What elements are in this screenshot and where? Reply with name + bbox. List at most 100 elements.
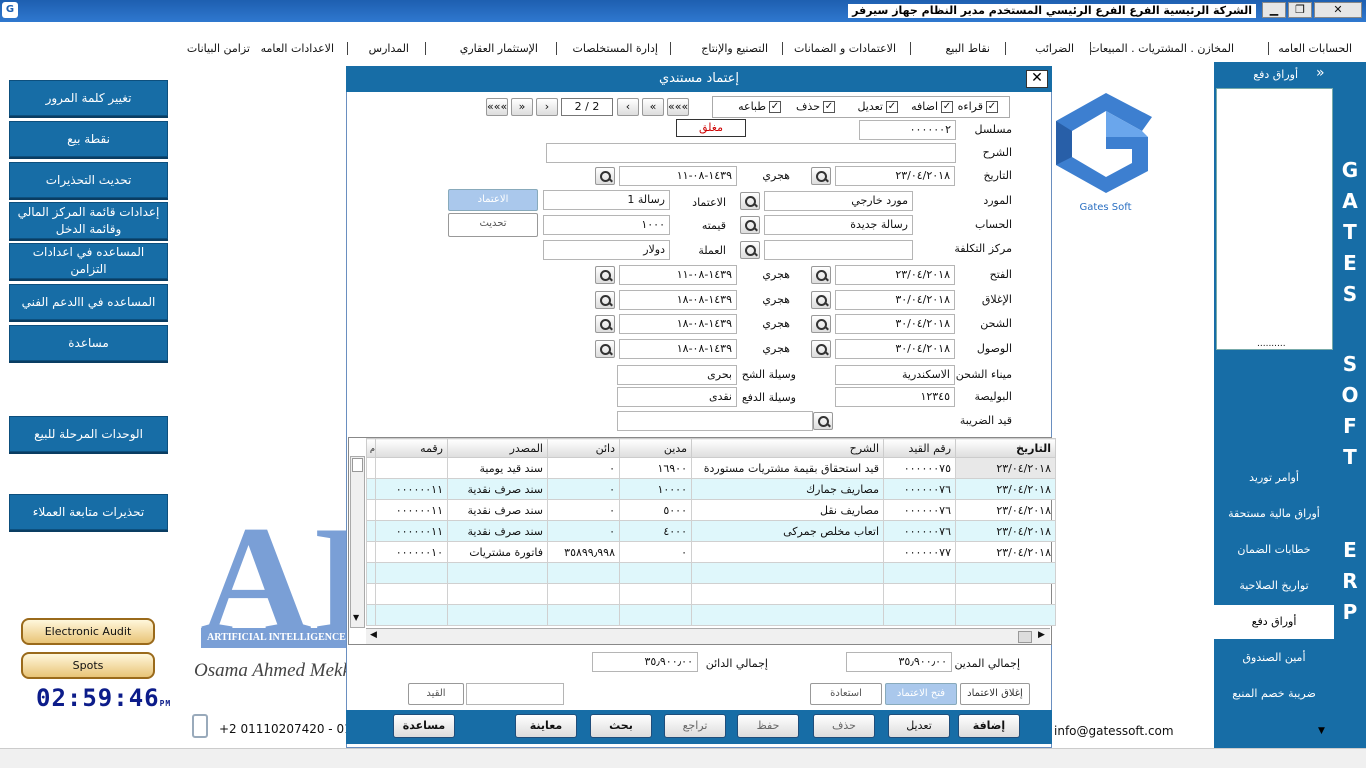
- menu-manufacturing[interactable]: التصنيع والإنتاج: [701, 42, 768, 55]
- change-password-button[interactable]: تغيير كلمة المرور: [9, 80, 168, 116]
- date-hijri-search-icon[interactable]: [595, 167, 615, 185]
- close-credit-button[interactable]: إغلاق الاعتماد: [960, 683, 1030, 705]
- grid-vertical-scrollbar[interactable]: ▼: [350, 456, 365, 628]
- shipping-hijri-search-icon[interactable]: [595, 315, 615, 333]
- date-search-icon[interactable]: [811, 167, 831, 185]
- table-row[interactable]: ٢٣/٠٤/٢٠١٨ ٠٠٠٠٠٠٧٧ ٠ ٣٥٨٩٩٫٩٩٨ فاتورة مشتري…: [366, 541, 1056, 563]
- supplier-field[interactable]: مورد خارجي: [764, 191, 913, 211]
- scroll-left-arrow-icon[interactable]: ◀: [370, 630, 377, 640]
- closing-date-field[interactable]: ٣٠/٠٤/٢٠١٨: [835, 290, 955, 310]
- opening-hijri-field[interactable]: ١٤٣٩-٠٨-١١: [619, 265, 737, 285]
- perm-add-checkbox[interactable]: ✓ اضافه: [911, 100, 953, 113]
- policy-field[interactable]: ١٢٣٤٥: [835, 387, 955, 407]
- sync-settings-help-button[interactable]: المساعده في اعدادات التزامن: [9, 243, 168, 279]
- sidebar-item-withholding-tax[interactable]: ضريبة خصم المنبع: [1214, 677, 1334, 711]
- col-entry-no[interactable]: رقم القيد: [883, 438, 956, 458]
- arrival-search-icon[interactable]: [811, 340, 831, 358]
- arrival-date-field[interactable]: ٣٠/٠٤/٢٠١٨: [835, 339, 955, 359]
- nav-next-icon[interactable]: ›: [536, 98, 558, 116]
- close-window-button[interactable]: ✕: [1314, 2, 1362, 18]
- menu-schools[interactable]: المدارس: [369, 42, 409, 55]
- sidebar-item-due-papers[interactable]: أوراق مالية مستحقة: [1214, 497, 1334, 531]
- menu-real-estate[interactable]: الإستثمار العقاري: [460, 42, 538, 55]
- customer-followup-warnings-button[interactable]: تحذيرات متابعة العملاء: [9, 494, 168, 530]
- tax-entry-search-icon[interactable]: [813, 412, 833, 430]
- table-row[interactable]: ٢٣/٠٤/٢٠١٨ ٠٠٠٠٠٠٧٦ مصاريف نقل ٥٠٠٠ ٠ سند صرف…: [366, 499, 1056, 521]
- perm-delete-checkbox[interactable]: ✓ حذف: [796, 100, 835, 113]
- sidebar-item-guarantee-letters[interactable]: خطابات الضمان: [1214, 533, 1334, 567]
- edit-button[interactable]: تعديل: [888, 714, 950, 738]
- entry-field[interactable]: [466, 683, 564, 705]
- col-source-no[interactable]: رقمه: [375, 438, 448, 458]
- grid-horizontal-scrollbar[interactable]: ◀ ▶: [366, 628, 1050, 644]
- sidebar-item-payment-papers[interactable]: أوراق دفع: [1214, 605, 1334, 639]
- financial-statements-settings-button[interactable]: إعدادات قائمة المركز المالي وقائمة الدخل: [9, 202, 168, 239]
- menu-credits-guarantees[interactable]: الاعتمادات و الضمانات: [794, 42, 896, 55]
- menu-data-sync[interactable]: تزامن البيانات: [187, 42, 250, 55]
- col-date[interactable]: التاريخ: [955, 438, 1056, 458]
- serial-field[interactable]: ٠٠٠٠٠٠٢: [859, 120, 956, 140]
- refresh-warnings-button[interactable]: تحديث التحذيرات: [9, 162, 168, 198]
- scroll-thumb[interactable]: [352, 458, 363, 472]
- scroll-down-icon[interactable]: ▼: [1318, 726, 1325, 736]
- closing-hijri-search-icon[interactable]: [595, 291, 615, 309]
- menu-inventory[interactable]: المخازن . المشتريات . المبيعات: [1089, 42, 1234, 55]
- cost-center-search-icon[interactable]: [740, 241, 760, 259]
- account-field[interactable]: رسالة جديدة: [764, 215, 913, 235]
- port-field[interactable]: الاسكندرية: [835, 365, 955, 385]
- col-source[interactable]: المصدر: [447, 438, 548, 458]
- collapse-chevron-icon[interactable]: »: [1316, 65, 1325, 81]
- col-credit[interactable]: دائن: [547, 438, 620, 458]
- perm-print-checkbox[interactable]: ✓ طباعه: [738, 100, 781, 113]
- date-hijri-field[interactable]: ١٤٣٩-٠٨-١١: [619, 166, 737, 186]
- table-row-empty[interactable]: [366, 604, 1056, 626]
- description-field[interactable]: [546, 143, 956, 163]
- refresh-button[interactable]: تحديث: [448, 213, 538, 237]
- sidebar-item-cashier[interactable]: أمين الصندوق: [1214, 641, 1334, 675]
- menu-general-settings[interactable]: الاعدادات العامه: [261, 42, 334, 55]
- electronic-audit-button[interactable]: Electronic Audit: [21, 618, 155, 645]
- dialog-close-button[interactable]: ✕: [1026, 70, 1048, 88]
- closing-hijri-field[interactable]: ١٤٣٩-٠٨-١٨: [619, 290, 737, 310]
- accredit-button[interactable]: الاعتماد: [448, 189, 538, 211]
- point-of-sale-button[interactable]: نقطة بيع: [9, 121, 168, 157]
- preview-button[interactable]: معاينة: [515, 714, 577, 738]
- nav-last-icon[interactable]: «««: [486, 98, 508, 116]
- undo-button[interactable]: تراجع: [664, 714, 726, 738]
- table-row[interactable]: ٢٣/٠٤/٢٠١٨ ٠٠٠٠٠٠٧٦ اتعاب مخلص جمركى ٤٠٠٠ ٠ س…: [366, 520, 1056, 542]
- nav-first-icon[interactable]: «««: [667, 98, 689, 116]
- sidebar-item-expiry-dates[interactable]: تواريخ الصلاحية: [1214, 569, 1334, 603]
- col-debit[interactable]: مدين: [619, 438, 692, 458]
- open-credit-button[interactable]: فتح الاعتماد: [885, 683, 957, 705]
- nav-prev-icon[interactable]: ‹: [617, 98, 639, 116]
- opening-hijri-search-icon[interactable]: [595, 266, 615, 284]
- menu-extracts[interactable]: إدارة المستخلصات: [573, 42, 658, 55]
- opening-date-field[interactable]: ٢٣/٠٤/٢٠١٨: [835, 265, 955, 285]
- arrival-hijri-field[interactable]: ١٤٣٩-٠٨-١٨: [619, 339, 737, 359]
- credit-field[interactable]: رسالة 1: [543, 190, 670, 210]
- add-button[interactable]: إضافة: [958, 714, 1020, 738]
- nav-next-page-icon[interactable]: »: [511, 98, 533, 116]
- menu-taxes[interactable]: الضرائب: [1035, 42, 1074, 55]
- supplier-search-icon[interactable]: [740, 192, 760, 210]
- menu-pos[interactable]: نقاط البيع: [945, 42, 990, 55]
- closing-search-icon[interactable]: [811, 291, 831, 309]
- spots-button[interactable]: Spots: [21, 652, 155, 679]
- cost-center-field[interactable]: [764, 240, 913, 260]
- hscroll-thumb[interactable]: [1018, 631, 1032, 643]
- nav-prev-page-icon[interactable]: «: [642, 98, 664, 116]
- table-row[interactable]: ٢٣/٠٤/٢٠١٨ ٠٠٠٠٠٠٧٥ قيد استحقاق بقيمة مشتر…: [366, 457, 1056, 479]
- table-row-empty[interactable]: [366, 562, 1056, 584]
- table-row-empty[interactable]: [366, 583, 1056, 605]
- technical-support-help-button[interactable]: المساعده في االدعم الفني: [9, 284, 168, 320]
- shipping-hijri-field[interactable]: ١٤٣٩-٠٨-١٨: [619, 314, 737, 334]
- value-field[interactable]: ١٠٠٠: [543, 215, 670, 235]
- help-button[interactable]: مساعدة: [9, 325, 168, 361]
- perm-read-checkbox[interactable]: ✓ قراءه: [958, 100, 998, 113]
- delete-button[interactable]: حذف: [813, 714, 875, 738]
- sidebar-item-supply-orders[interactable]: أوامر توريد: [1214, 461, 1334, 495]
- table-row[interactable]: ٢٣/٠٤/٢٠١٨ ٠٠٠٠٠٠٧٦ مصاريف جمارك ١٠٠٠٠ ٠ سند …: [366, 478, 1056, 500]
- tax-entry-field[interactable]: [617, 411, 813, 431]
- menu-general-accounts[interactable]: الحسابات العامه: [1278, 42, 1352, 55]
- date-field[interactable]: ٢٣/٠٤/٢٠١٨: [835, 166, 955, 186]
